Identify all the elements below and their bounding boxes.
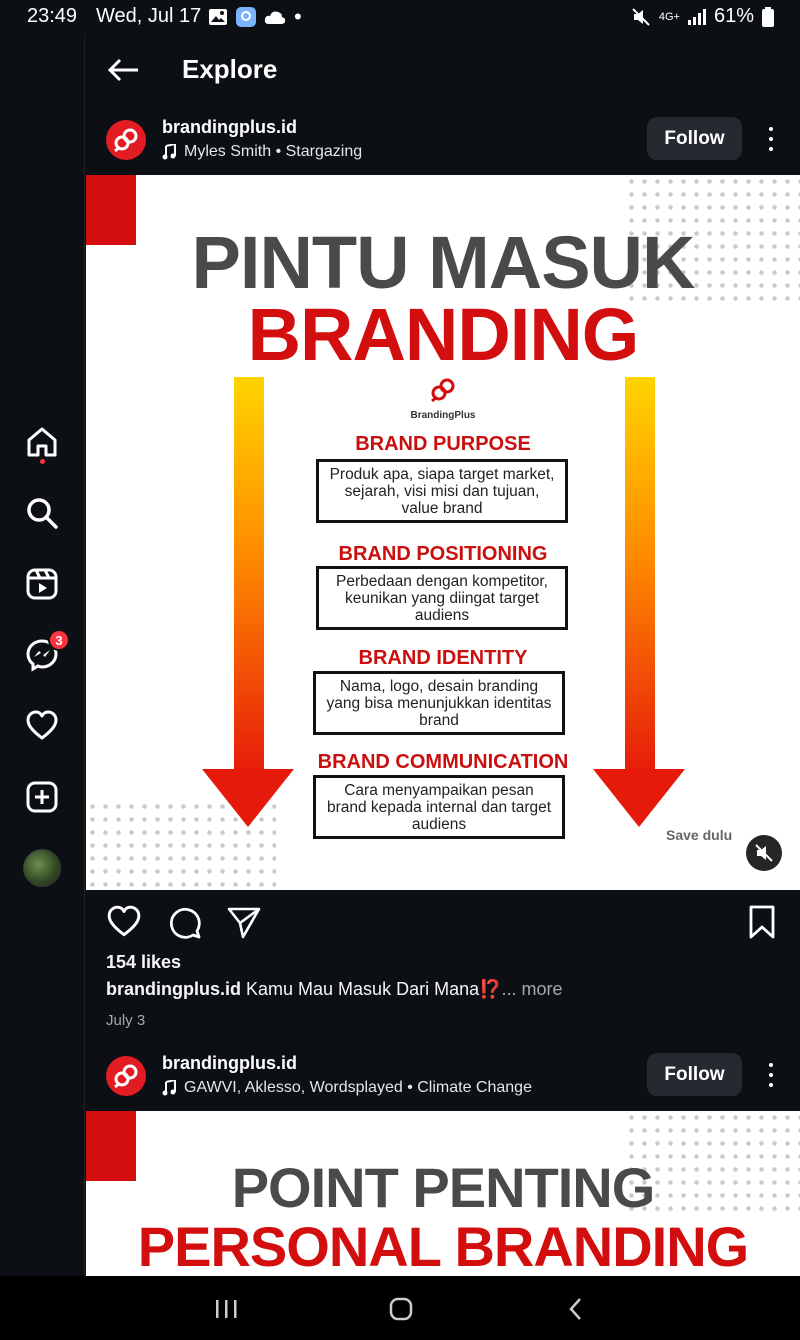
- send-icon: [227, 907, 261, 939]
- more-options-button[interactable]: [760, 1060, 782, 1090]
- post-image[interactable]: POINT PENTING PERSONAL BRANDING: [86, 1111, 800, 1276]
- signal-icon: [687, 8, 706, 25]
- post-username[interactable]: brandingplus.id: [162, 1053, 297, 1074]
- notifications-button[interactable]: [22, 706, 62, 746]
- back-nav-button[interactable]: [556, 1294, 596, 1324]
- brandingplus-logo-icon: [114, 1064, 138, 1089]
- home-nav-button[interactable]: [381, 1294, 421, 1324]
- post-header: brandingplus.id Myles Smith • Stargazing…: [86, 108, 800, 174]
- caption-more-link[interactable]: ... more: [502, 979, 563, 999]
- status-date: Wed, Jul 17: [96, 5, 202, 27]
- caption-username[interactable]: brandingplus.id: [106, 979, 241, 999]
- brandingplus-avatar[interactable]: [106, 120, 146, 160]
- post-actions: [86, 890, 800, 952]
- create-button[interactable]: [22, 777, 62, 817]
- muted-speaker-icon: [755, 844, 773, 862]
- brandingplus-mini-logo: BrandingPlus: [408, 375, 478, 421]
- post-username[interactable]: brandingplus.id: [162, 117, 297, 138]
- caption-emoji: ⁉️: [479, 979, 502, 999]
- mini-logo-text: BrandingPlus: [410, 410, 476, 421]
- chevron-left-icon: [569, 1298, 581, 1320]
- brandingplus-avatar[interactable]: [106, 1056, 146, 1096]
- image-title-line2: BRANDING: [247, 293, 640, 376]
- search-button[interactable]: [22, 493, 62, 533]
- share-button[interactable]: [226, 904, 262, 940]
- post-image[interactable]: PINTU MASUK BRANDING BrandingPlus BRAND …: [86, 175, 800, 890]
- post-audio-label: Myles Smith • Stargazing: [184, 143, 363, 160]
- recent-apps-icon: [216, 1300, 237, 1318]
- step-title: BRAND COMMUNICATION: [317, 751, 569, 773]
- bookmark-icon: [749, 905, 775, 939]
- home-button[interactable]: [22, 422, 62, 464]
- post-header: brandingplus.id GAWVI, Aklesso, Wordspla…: [86, 1044, 800, 1110]
- heart-icon: [107, 905, 141, 937]
- step-title: BRAND IDENTITY: [358, 647, 528, 669]
- image-title-line1: POINT PENTING: [231, 1156, 656, 1219]
- home-icon: [27, 427, 57, 457]
- save-button[interactable]: [744, 904, 780, 940]
- step-description: Perbedaan dengan kompetitor, keunikan ya…: [316, 566, 568, 630]
- post-audio[interactable]: GAWVI, Aklesso, Wordsplayed • Climate Ch…: [162, 1079, 532, 1097]
- step-title: BRAND POSITIONING: [338, 543, 548, 565]
- brandingplus-logo-icon: [114, 128, 138, 153]
- step-title: BRAND PURPOSE: [355, 433, 531, 455]
- messages-badge: 3: [48, 629, 70, 651]
- comment-icon: [169, 907, 201, 939]
- plus-square-icon: [26, 781, 58, 813]
- more-options-button[interactable]: [760, 124, 782, 154]
- status-bar: 23:49 Wed, Jul 17 • 4G+ 61%: [0, 0, 800, 34]
- brandingplus-logo-icon: [431, 378, 455, 403]
- battery-icon: [762, 6, 774, 27]
- step-description: Cara menyampaikan pesan brand kepada int…: [313, 775, 565, 839]
- notification-icons: •: [208, 4, 302, 29]
- cloud-icon: [264, 11, 286, 24]
- search-icon: [27, 498, 58, 529]
- explore-header: Explore: [86, 34, 800, 106]
- likes-count[interactable]: 154 likes: [106, 952, 181, 973]
- post-date: July 3: [106, 1012, 146, 1029]
- profile-avatar: [23, 849, 61, 887]
- system-icons: 4G+ 61%: [631, 5, 774, 28]
- more-notifications-dot: •: [294, 4, 302, 29]
- battery-percent: 61%: [713, 5, 754, 27]
- reels-button[interactable]: [22, 564, 62, 604]
- home-circle-icon: [389, 1297, 413, 1321]
- network-type: 4G+: [658, 10, 680, 23]
- system-nav-bar: [0, 1276, 800, 1340]
- post-caption: brandingplus.id Kamu Mau Masuk Dari Mana…: [106, 979, 563, 1000]
- app-notification-icon: [236, 7, 256, 27]
- messages-button[interactable]: 3: [22, 629, 70, 675]
- side-nav-rail: 3: [0, 34, 85, 1276]
- back-arrow-icon: [107, 58, 138, 82]
- post-audio[interactable]: Myles Smith • Stargazing: [162, 143, 362, 161]
- step-description: Produk apa, siapa target market, sejarah…: [316, 459, 568, 523]
- heart-icon: [26, 710, 58, 740]
- reels-icon: [26, 568, 58, 600]
- page-title: Explore: [182, 54, 278, 84]
- home-notification-dot: [40, 459, 45, 464]
- post-audio-label: GAWVI, Aklesso, Wordsplayed • Climate Ch…: [184, 1079, 532, 1096]
- follow-button[interactable]: Follow: [647, 1053, 742, 1096]
- music-note-icon: [162, 144, 176, 160]
- music-note-icon: [162, 1080, 176, 1096]
- step-description: Nama, logo, desain branding yang bisa me…: [313, 671, 565, 735]
- comment-button[interactable]: [166, 904, 202, 940]
- image-title-line2: PERSONAL BRANDING: [137, 1215, 749, 1276]
- follow-button[interactable]: Follow: [647, 117, 742, 160]
- save-note: Save dulu: [666, 827, 733, 843]
- gallery-icon: [209, 9, 227, 25]
- caption-text: Kamu Mau Masuk Dari Mana: [246, 979, 480, 999]
- like-button[interactable]: [106, 904, 142, 940]
- profile-button[interactable]: [22, 848, 62, 888]
- sound-toggle-button[interactable]: [746, 835, 782, 871]
- back-button[interactable]: [106, 52, 142, 88]
- status-time: 23:49: [27, 5, 78, 27]
- mute-icon: [632, 7, 650, 26]
- recent-apps-button[interactable]: [206, 1294, 246, 1324]
